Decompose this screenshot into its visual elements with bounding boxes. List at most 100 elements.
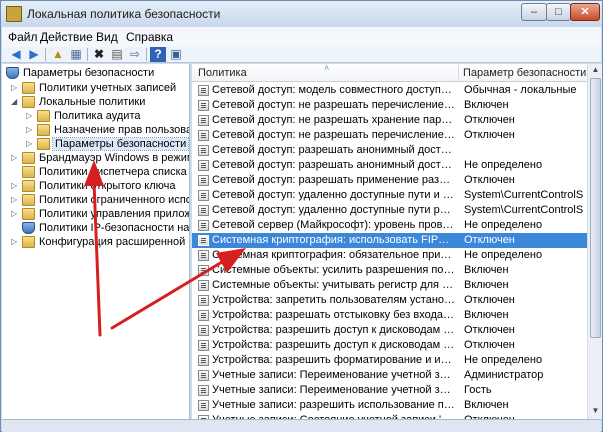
policy-value-cell: Включен <box>464 399 509 411</box>
folder-icon <box>22 208 35 220</box>
policy-name-cell: Сетевой сервер (Майкрософт): уровень про… <box>212 219 456 231</box>
expand-icon[interactable]: ▷ <box>11 83 21 92</box>
table-row[interactable]: Системные объекты: учитывать регистр для… <box>192 278 587 293</box>
table-row[interactable]: Устройства: разрешить доступ к дисковода… <box>192 338 587 353</box>
menu-file[interactable]: Файл <box>8 30 38 44</box>
tree-item-label: Назначение прав пользователя <box>54 124 189 136</box>
policy-name-cell: Системная криптография: обязательное при… <box>212 249 456 261</box>
back-arrow-icon[interactable]: ◀ <box>8 47 24 62</box>
policy-value-cell: System\CurrentControlS... <box>464 204 584 216</box>
policy-icon <box>198 85 209 96</box>
toolbar-separator <box>146 48 147 61</box>
table-row[interactable]: Сетевой доступ: удаленно доступные пути … <box>192 203 587 218</box>
policy-icon <box>198 130 209 141</box>
security-policy-app-icon <box>6 6 22 22</box>
policy-icon <box>198 100 209 111</box>
folder-icon <box>22 236 35 248</box>
help-icon[interactable]: ? <box>150 47 166 62</box>
policy-name-cell: Устройства: разрешить доступ к дисковода… <box>212 339 456 351</box>
policy-name-cell: Сетевой доступ: разрешать анонимный дост… <box>212 159 456 171</box>
tree-item-label: Политики управления приложения <box>39 208 189 220</box>
maximize-button[interactable]: □ <box>546 3 571 21</box>
collapse-icon[interactable]: ◢ <box>11 97 21 106</box>
table-row[interactable]: Устройства: разрешить доступ к дисковода… <box>192 323 587 338</box>
policy-value-cell: Отключен <box>464 114 515 126</box>
table-row[interactable]: Сетевой доступ: разрешать анонимный дост… <box>192 158 587 173</box>
expand-icon[interactable]: ▷ <box>11 209 21 218</box>
expand-icon[interactable]: ▷ <box>11 181 21 190</box>
expand-icon[interactable]: ▷ <box>26 139 36 148</box>
table-row[interactable]: Сетевой доступ: не разрешать перечислени… <box>192 128 587 143</box>
folder-icon <box>37 138 50 150</box>
tree-item-label: Брандмауэр Windows в режиме пов <box>39 152 189 164</box>
menu-action[interactable]: Действие <box>40 30 93 44</box>
policy-value-cell: Не определено <box>464 354 543 366</box>
menu-view[interactable]: Вид <box>96 30 118 44</box>
table-row[interactable]: Сетевой доступ: не разрешать хранение па… <box>192 113 587 128</box>
policy-name-cell: Устройства: разрешить доступ к дисковода… <box>212 324 456 336</box>
vertical-scrollbar[interactable]: ▲ ▼ <box>587 64 602 419</box>
policy-name-cell: Устройства: разрешить форматирование и и… <box>212 354 456 366</box>
menu-help[interactable]: Справка <box>126 30 173 44</box>
scroll-down-icon[interactable]: ▼ <box>590 406 601 418</box>
delete-icon[interactable]: ✖ <box>91 47 107 62</box>
policy-icon <box>198 205 209 216</box>
forward-arrow-icon[interactable]: ▶ <box>26 47 42 62</box>
tree-item-label: Политики IP-безопасности на "Лока <box>39 222 190 234</box>
table-row[interactable]: Сетевой доступ: модель совместного досту… <box>192 83 587 98</box>
table-row[interactable]: Системная криптография: использовать FIP… <box>192 233 587 248</box>
up-folder-icon[interactable]: ▲ <box>50 47 66 62</box>
expand-icon[interactable]: ▷ <box>26 125 36 134</box>
folder-icon <box>37 124 50 136</box>
policy-icon <box>198 370 209 381</box>
table-row[interactable]: Сетевой доступ: разрешать анонимный дост… <box>192 143 587 158</box>
table-row[interactable]: Сетевой сервер (Майкрософт): уровень про… <box>192 218 587 233</box>
expand-icon[interactable]: ▷ <box>11 195 21 204</box>
console-icon[interactable]: ▣ <box>168 47 184 62</box>
title-bar[interactable]: Локальная политика безопасности – □ ✕ <box>1 1 602 27</box>
status-bar <box>2 419 601 432</box>
expand-icon[interactable]: ▷ <box>11 237 21 246</box>
folder-icon <box>22 152 35 164</box>
expand-icon[interactable]: ▷ <box>26 111 36 120</box>
folder-icon <box>22 82 35 94</box>
properties-icon[interactable]: ▤ <box>109 47 125 62</box>
policy-name-cell: Сетевой доступ: не разрешать перечислени… <box>212 129 456 141</box>
table-row[interactable]: Системные объекты: усилить разрешения по… <box>192 263 587 278</box>
menu-bar: Файл Действие Вид Справка <box>2 27 601 47</box>
table-row[interactable]: Системная криптография: обязательное при… <box>192 248 587 263</box>
tree-root-label: Параметры безопасности <box>23 67 155 79</box>
policy-value-cell: Не определено <box>464 249 543 261</box>
policy-icon <box>198 220 209 231</box>
policy-icon <box>198 265 209 276</box>
table-row[interactable]: Сетевой доступ: разрешать применение раз… <box>192 173 587 188</box>
scroll-up-icon[interactable]: ▲ <box>590 65 601 77</box>
table-row[interactable]: Учетные записи: Переименование учетной з… <box>192 368 587 383</box>
table-row[interactable]: Сетевой доступ: удаленно доступные пути … <box>192 188 587 203</box>
show-tree-icon[interactable]: ▦ <box>68 47 84 62</box>
policy-name-cell: Системные объекты: усилить разрешения по… <box>212 264 456 276</box>
window-title: Локальная политика безопасности <box>27 7 221 21</box>
expand-icon[interactable]: ▷ <box>11 153 21 162</box>
column-divider[interactable] <box>458 64 459 82</box>
table-row[interactable]: Учетные записи: Переименование учетной з… <box>192 383 587 398</box>
table-row[interactable]: Сетевой доступ: не разрешать перечислени… <box>192 98 587 113</box>
column-header-setting[interactable]: Параметр безопасности <box>463 67 586 79</box>
column-header-policy[interactable]: Политика <box>198 67 247 79</box>
scroll-thumb[interactable] <box>590 78 601 338</box>
policy-value-cell: Включен <box>464 279 509 291</box>
toolbar-separator <box>45 48 46 61</box>
table-row[interactable]: Учетные записи: разрешить использование … <box>192 398 587 413</box>
table-row[interactable]: Устройства: разрешить форматирование и и… <box>192 353 587 368</box>
policy-list-pane: Политика ˄ Параметр безопасности Сетевой… <box>192 64 602 419</box>
list-header: Политика ˄ Параметр безопасности <box>192 64 587 82</box>
policy-value-cell: Не определено <box>464 219 543 231</box>
minimize-button[interactable]: – <box>521 3 547 21</box>
table-row[interactable]: Устройства: разрешать отстыковку без вхо… <box>192 308 587 323</box>
policy-icon <box>198 385 209 396</box>
policy-value-cell: Включен <box>464 264 509 276</box>
table-row[interactable]: Устройства: запретить пользователям уста… <box>192 293 587 308</box>
policy-value-cell: System\CurrentControlS... <box>464 189 584 201</box>
export-icon[interactable]: ⇨ <box>127 47 143 62</box>
close-button[interactable]: ✕ <box>570 3 600 21</box>
